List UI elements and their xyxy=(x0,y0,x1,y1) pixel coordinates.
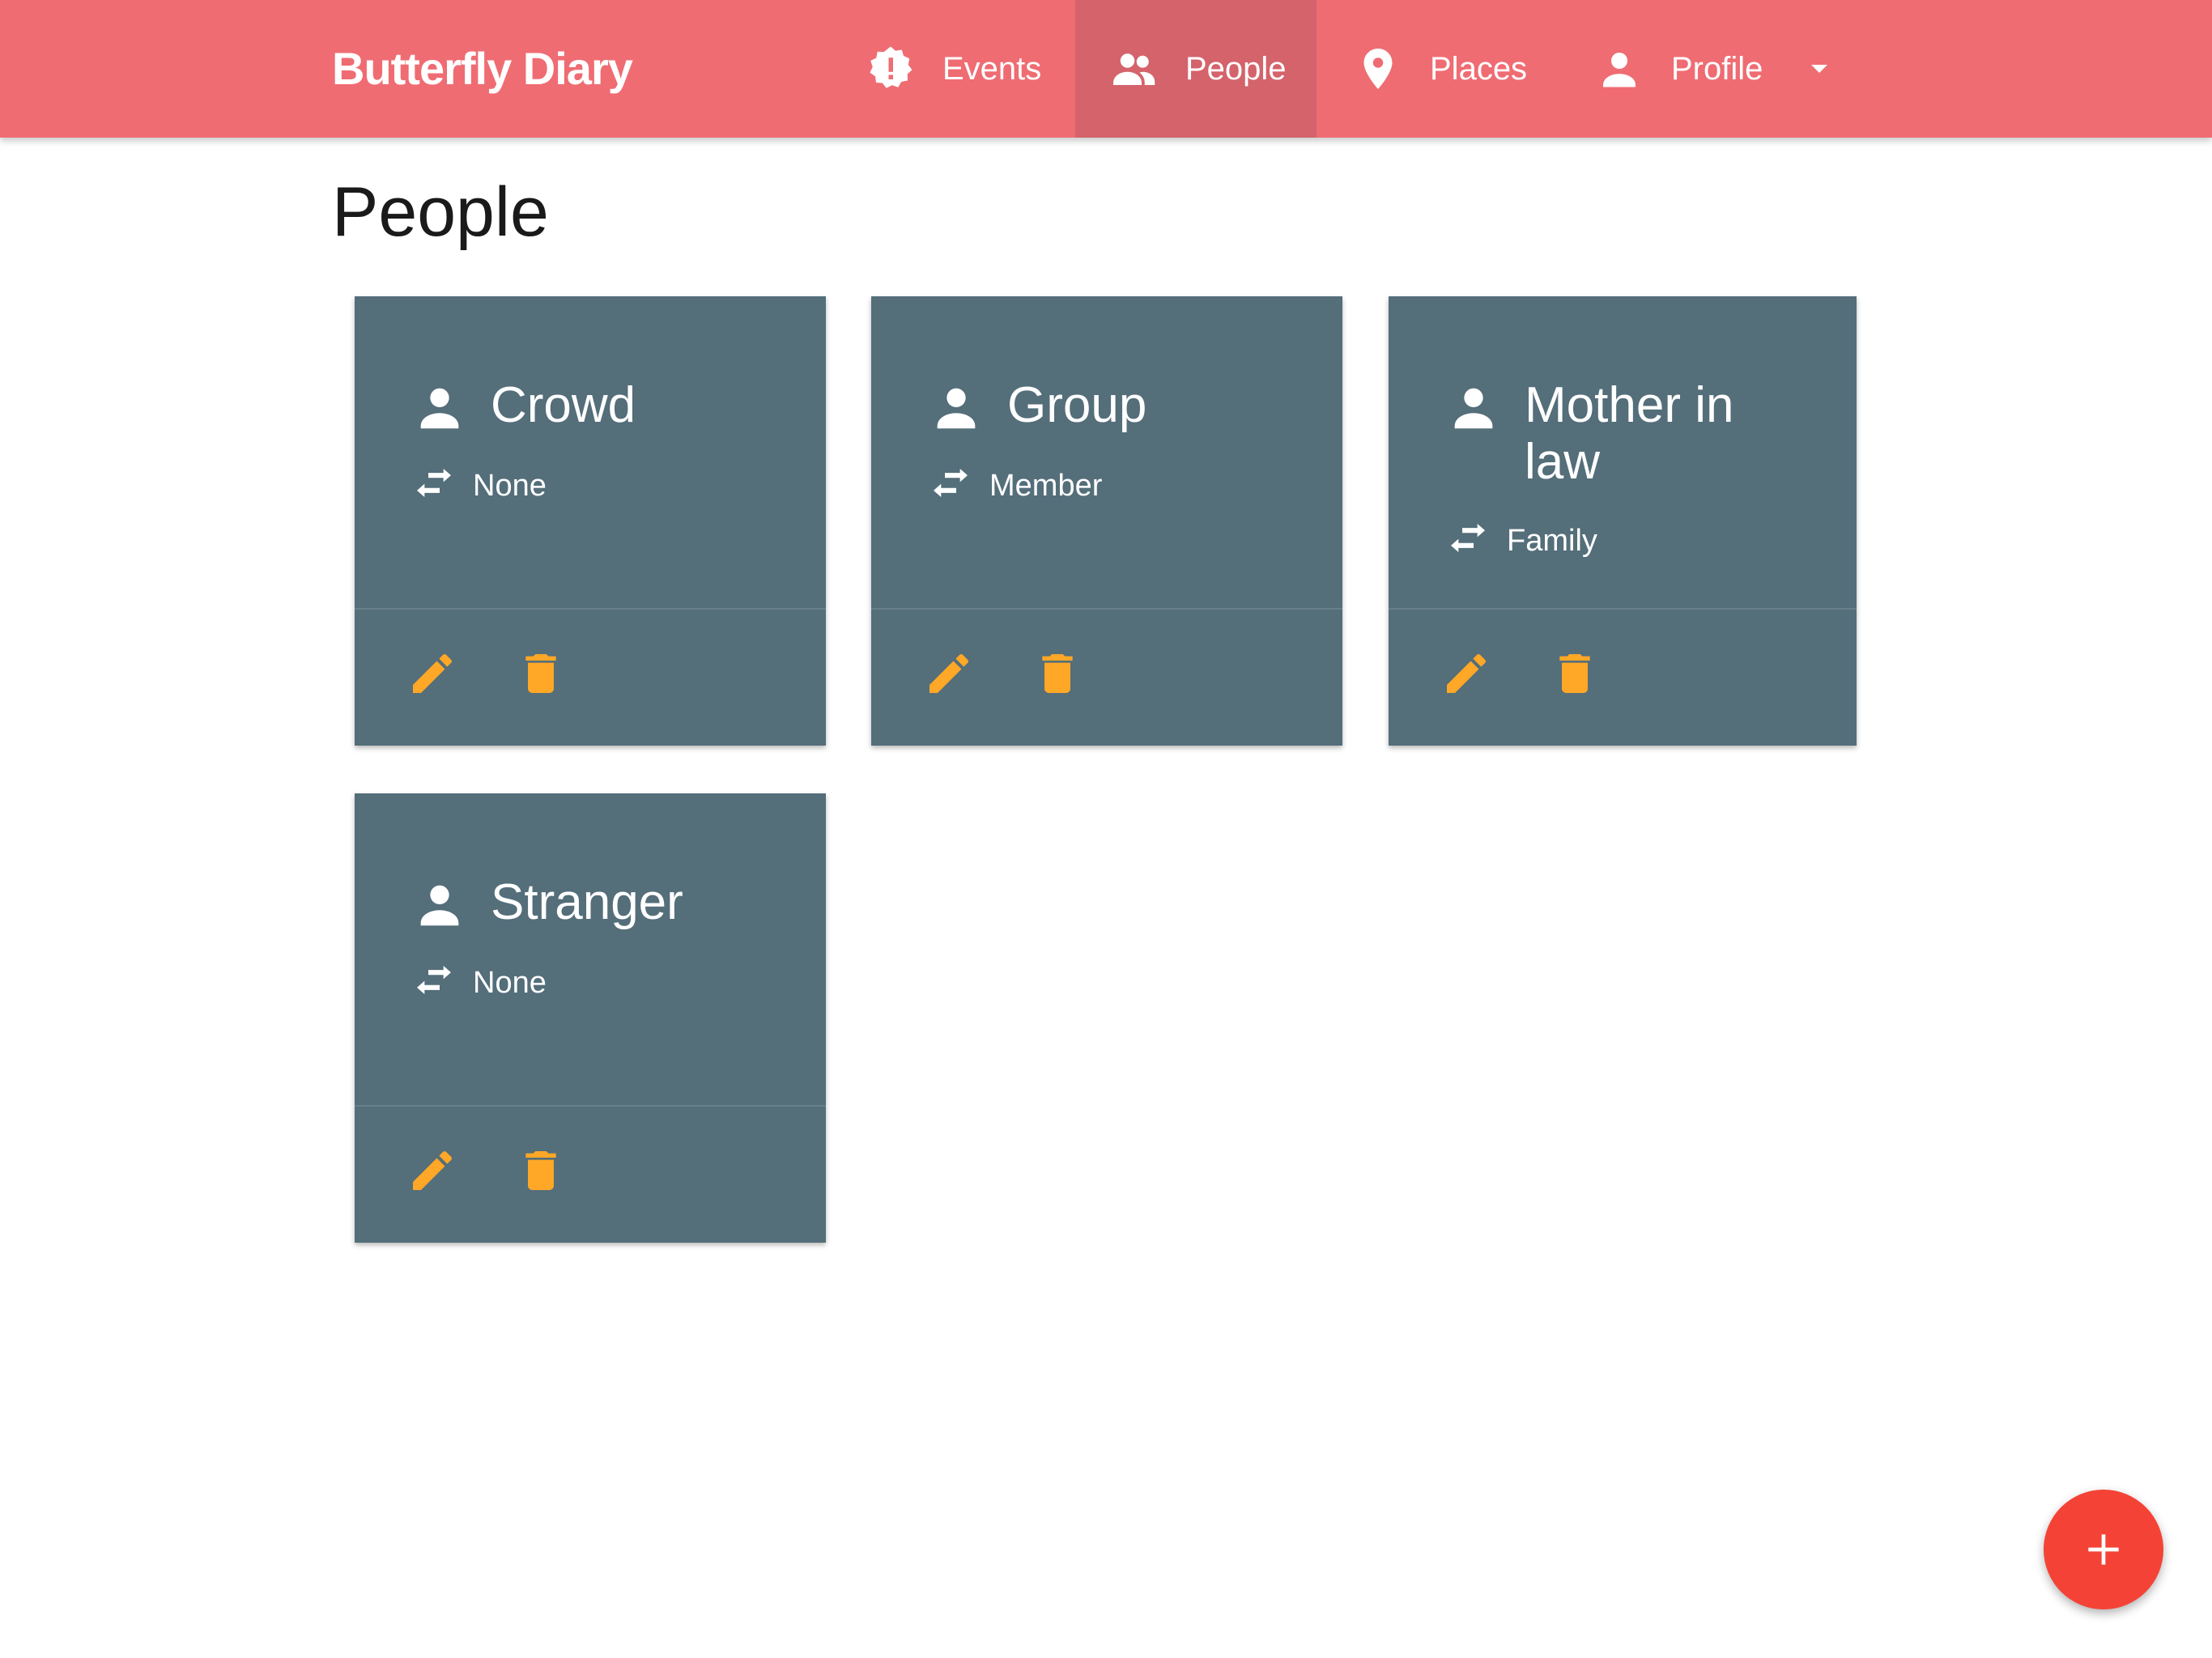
alert-badge-icon xyxy=(865,43,917,95)
person-name: Crowd xyxy=(491,377,636,433)
person-card: Group Member xyxy=(871,296,1342,746)
nav-item-places[interactable]: Places xyxy=(1352,0,1563,138)
swap-arrows-icon xyxy=(928,463,973,508)
trash-icon[interactable] xyxy=(515,1142,567,1199)
person-name: Mother in law xyxy=(1525,377,1734,490)
nav-label-places: Places xyxy=(1430,50,1528,87)
person-icon xyxy=(411,876,468,933)
nav-label-events: Events xyxy=(942,50,1042,87)
person-icon xyxy=(928,379,985,436)
pencil-icon[interactable] xyxy=(406,1142,458,1199)
card-actions xyxy=(1389,608,1857,746)
pencil-icon[interactable] xyxy=(406,645,458,702)
nav-item-people[interactable]: People xyxy=(1075,0,1317,138)
card-actions xyxy=(871,608,1342,746)
trash-icon[interactable] xyxy=(1549,645,1601,702)
person-card: Mother in law Family xyxy=(1389,296,1857,746)
person-icon xyxy=(1445,379,1502,436)
swap-arrows-icon xyxy=(411,960,457,1005)
page-title: People xyxy=(332,173,549,251)
brand-logo[interactable]: Butterfly Diary xyxy=(332,40,633,97)
card-content: Mother in law Family xyxy=(1389,296,1857,608)
person-icon xyxy=(411,379,468,436)
person-name: Group xyxy=(1007,377,1147,433)
card-actions xyxy=(355,608,826,746)
nav-label-profile: Profile xyxy=(1671,50,1763,87)
person-relation: None xyxy=(473,965,547,1000)
person-card: Crowd None xyxy=(355,296,826,746)
card-content: Stranger None xyxy=(355,793,826,1105)
person-relation: Family xyxy=(1507,523,1597,558)
trash-icon[interactable] xyxy=(1032,645,1083,702)
person-name: Stranger xyxy=(491,874,683,930)
pencil-icon[interactable] xyxy=(1440,645,1492,702)
top-navbar: Butterfly Diary Events People Places Pro… xyxy=(0,0,2212,138)
card-content: Crowd None xyxy=(355,296,826,608)
person-relation: None xyxy=(473,468,547,503)
person-card: Stranger None xyxy=(355,793,826,1243)
person-icon xyxy=(1593,43,1645,95)
pencil-icon[interactable] xyxy=(923,645,975,702)
swap-arrows-icon xyxy=(1445,518,1491,563)
plus-icon xyxy=(2081,1527,2126,1572)
nav-item-events[interactable]: Events xyxy=(865,0,1075,138)
swap-arrows-icon xyxy=(411,463,457,508)
add-person-button[interactable] xyxy=(2044,1490,2163,1609)
caret-down-icon[interactable] xyxy=(1803,53,1836,85)
card-content: Group Member xyxy=(871,296,1342,608)
nav-item-profile[interactable]: Profile xyxy=(1593,0,1861,138)
trash-icon[interactable] xyxy=(515,645,567,702)
person-relation: Member xyxy=(989,468,1103,503)
location-pin-icon xyxy=(1352,43,1404,95)
card-actions xyxy=(355,1105,826,1243)
people-icon xyxy=(1108,43,1159,95)
nav-label-people: People xyxy=(1185,50,1287,87)
